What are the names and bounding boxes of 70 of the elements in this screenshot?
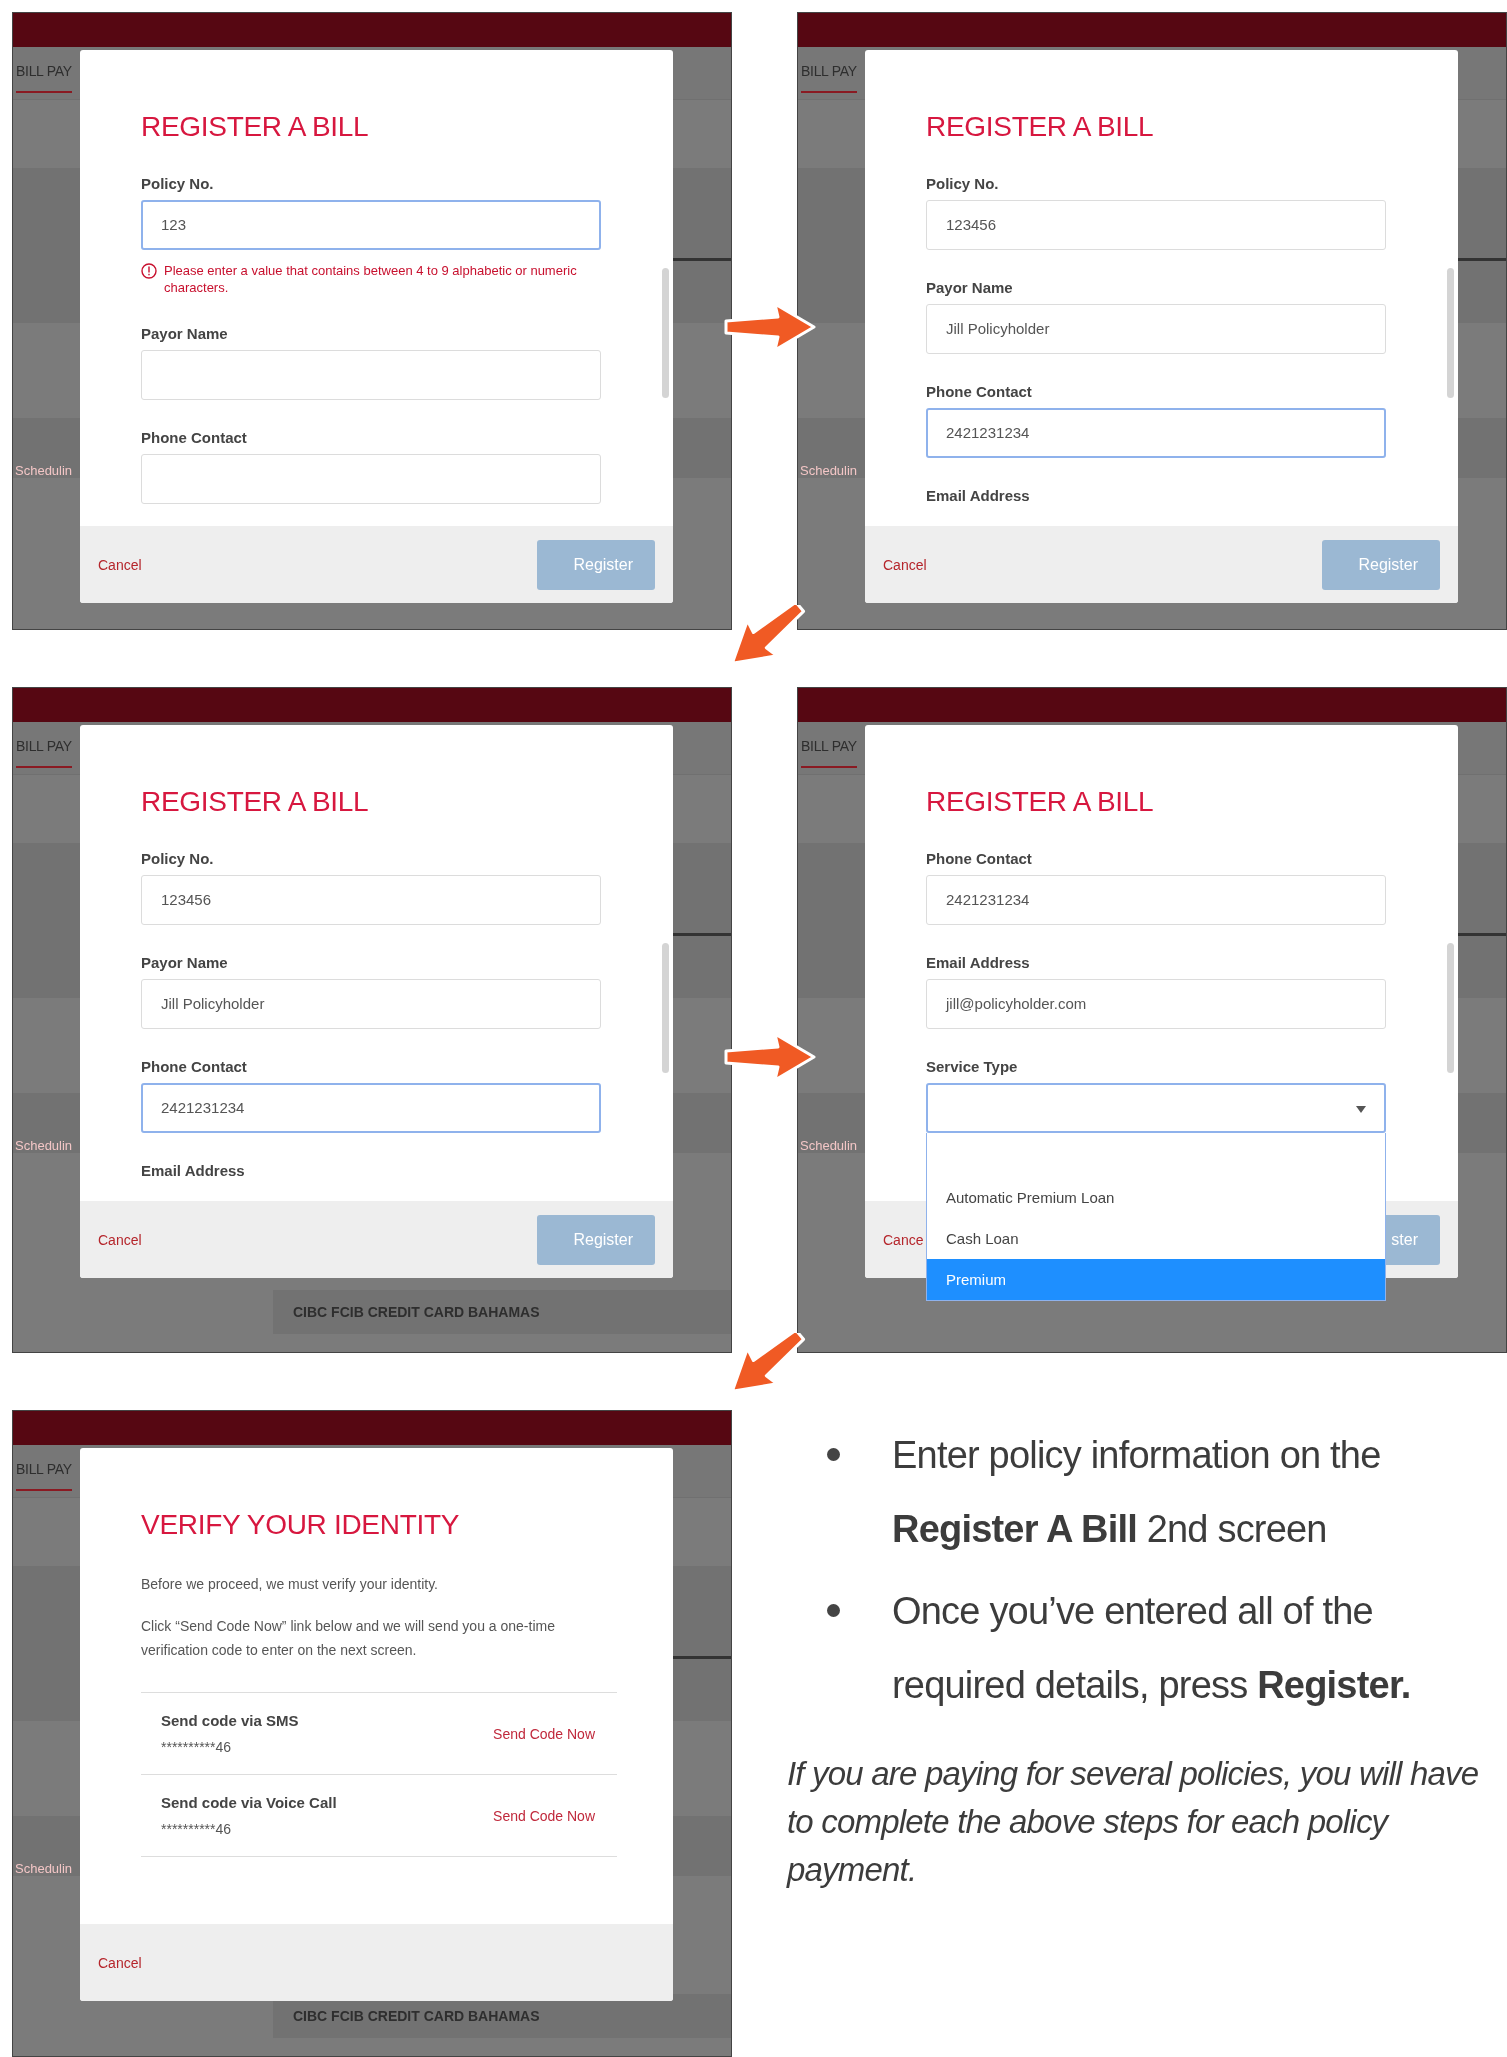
input-field[interactable]: [141, 454, 601, 504]
instruction-text: Before we proceed, we must verify your identity.: [141, 1575, 439, 1594]
method-title: Send code via SMS: [161, 1712, 299, 1729]
method-title: Send code via Voice Call: [161, 1794, 337, 1811]
error-icon: [141, 263, 157, 279]
dialog-title: REGISTER A BILL: [141, 785, 370, 819]
instruction-text: Click “Send Code Now” link below and we will send you a one-time verification code to enter on the next screen.: [141, 1617, 556, 1660]
input-field[interactable]: 123: [141, 200, 601, 250]
send-code-link[interactable]: Send Code Now: [493, 1807, 595, 1824]
field-label: Phone Contact: [141, 1057, 248, 1077]
scrollbar[interactable]: [1447, 943, 1454, 1073]
dialog-title: REGISTER A BILL: [926, 785, 1155, 819]
dialog-title: VERIFY YOUR IDENTITY: [141, 1508, 461, 1542]
input-field[interactable]: 123456: [926, 200, 1386, 250]
dropdown-option[interactable]: Automatic Premium Loan: [927, 1177, 1385, 1218]
scrollbar[interactable]: [662, 268, 669, 398]
scrollbar[interactable]: [1447, 268, 1454, 398]
dialog-title: REGISTER A BILL: [141, 110, 370, 144]
dialog-title: REGISTER A BILL: [926, 110, 1155, 144]
nav-tab[interactable]: BILL PAY: [16, 738, 72, 768]
bullet-icon: [827, 1604, 840, 1617]
field-label: Email Address: [926, 953, 1031, 973]
menu-link[interactable]: Schedulin: [15, 463, 73, 478]
input-field[interactable]: 2421231234: [926, 408, 1386, 458]
account-row: CIBC FCIB CREDIT CARD BAHAMAS: [273, 1290, 731, 1334]
field-label: Phone Contact: [141, 428, 248, 448]
cancel-link[interactable]: Cancel: [98, 1954, 142, 1971]
cancel-link[interactable]: Cance: [883, 1231, 924, 1248]
bullet-text: Enter policy information on the Register A Bill 2nd screen: [892, 1433, 1382, 1552]
field-label: Payor Name: [141, 953, 229, 973]
input-field[interactable]: 123456: [141, 875, 601, 925]
nav-tab[interactable]: BILL PAY: [801, 63, 857, 93]
field-label: Policy No.: [141, 849, 215, 869]
input-field[interactable]: [141, 350, 601, 400]
scrollbar[interactable]: [662, 943, 669, 1073]
bullet-icon: [827, 1448, 840, 1461]
field-label: Email Address: [141, 1161, 246, 1181]
cancel-link[interactable]: Cancel: [883, 556, 927, 573]
field-label: Phone Contact: [926, 382, 1033, 402]
cancel-link[interactable]: Cancel: [98, 1231, 142, 1248]
cancel-link[interactable]: Cancel: [98, 556, 142, 573]
note-text: If you are paying for several policies, you will have to complete the above steps for each policy payment.: [787, 1754, 1480, 1890]
masked-number: **********46: [161, 1739, 233, 1755]
bullet-text: Once you’ve entered all of the required details, press Register.: [892, 1589, 1412, 1708]
error-message: Please enter a value that contains between 4 to 9 alphabetic or numeric characters.: [164, 262, 578, 296]
input-field[interactable]: jill@policyholder.com: [926, 979, 1386, 1029]
input-field[interactable]: Jill Policyholder: [141, 979, 601, 1029]
nav-tab[interactable]: BILL PAY: [801, 738, 857, 768]
input-field[interactable]: Jill Policyholder: [926, 304, 1386, 354]
field-label: Email Address: [926, 486, 1031, 506]
menu-link[interactable]: Schedulin: [15, 1861, 73, 1876]
dropdown-option[interactable]: Cash Loan: [927, 1218, 1385, 1259]
send-code-link[interactable]: Send Code Now: [493, 1725, 595, 1742]
nav-tab[interactable]: BILL PAY: [16, 1461, 72, 1491]
input-field[interactable]: 2421231234: [926, 875, 1386, 925]
field-label: Service Type: [926, 1057, 1019, 1077]
field-label: Policy No.: [141, 174, 215, 194]
dropdown-option[interactable]: Premium: [927, 1259, 1385, 1300]
field-label: Payor Name: [141, 324, 229, 344]
menu-link[interactable]: Schedulin: [800, 463, 858, 478]
select-field[interactable]: [926, 1083, 1386, 1133]
caret-icon: [1356, 1106, 1366, 1113]
nav-tab[interactable]: BILL PAY: [16, 63, 72, 93]
field-label: Phone Contact: [926, 849, 1033, 869]
masked-number: **********46: [161, 1821, 233, 1837]
menu-link[interactable]: Schedulin: [800, 1138, 858, 1153]
field-label: Policy No.: [926, 174, 1000, 194]
field-label: Payor Name: [926, 278, 1014, 298]
menu-link[interactable]: Schedulin: [15, 1138, 73, 1153]
input-field[interactable]: 2421231234: [141, 1083, 601, 1133]
